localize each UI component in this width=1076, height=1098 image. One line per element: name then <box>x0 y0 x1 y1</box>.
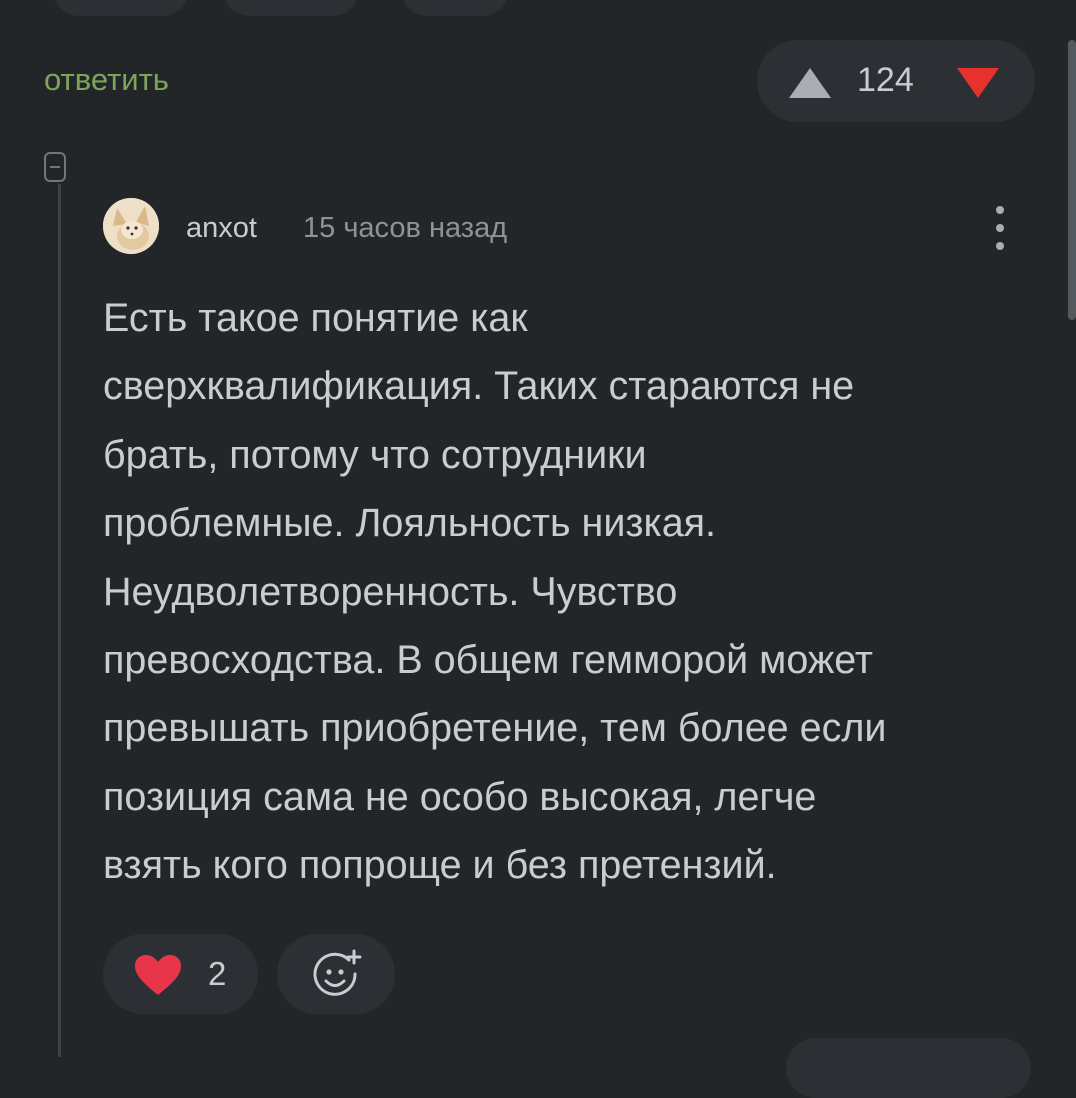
collapse-icon[interactable] <box>44 152 66 182</box>
like-count: 2 <box>208 955 227 992</box>
add-reaction-icon <box>313 949 362 996</box>
prev-action-pill[interactable] <box>222 0 360 16</box>
downvote-icon[interactable] <box>955 66 1001 100</box>
comment-timestamp[interactable]: 15 часов назад <box>303 208 507 248</box>
comment-body: Есть такое понятие как сверхквалификация… <box>103 284 1053 900</box>
reply-link[interactable]: ответить <box>44 60 169 100</box>
prev-action-pill[interactable] <box>400 0 510 16</box>
scrollbar[interactable] <box>1068 40 1076 320</box>
username[interactable]: anxot <box>186 208 257 248</box>
comment-line: брать, потому что сотрудники <box>103 432 647 477</box>
comment-line: превышать приобретение, тем более если <box>103 706 887 751</box>
comment-line: взять кого попроще и без претензий. <box>103 843 777 888</box>
comment-line: Неудволетворенность. Чувство <box>103 569 678 614</box>
next-action-pill[interactable] <box>786 1038 1031 1098</box>
like-button[interactable]: 2 <box>103 934 258 1014</box>
avatar[interactable] <box>103 198 159 254</box>
vote-control: 124 <box>757 40 1035 122</box>
thread-line[interactable] <box>58 184 61 1057</box>
comment-line: Есть такое понятие как <box>103 296 528 340</box>
comment-line: проблемные. Лояльность низкая. <box>103 501 717 546</box>
upvote-icon[interactable] <box>787 66 833 100</box>
comment-line: превосходства. В общем гемморой может <box>103 638 874 683</box>
prev-action-pill[interactable] <box>52 0 190 16</box>
add-reaction-button[interactable] <box>277 934 395 1014</box>
vote-count: 124 <box>857 61 914 99</box>
comment-line: сверхквалификация. Таких стараются не <box>103 364 855 409</box>
comment-line: позиция сама не особо высокая, легче <box>103 774 817 819</box>
fox-avatar-image <box>103 198 159 254</box>
more-icon[interactable] <box>988 200 1012 256</box>
heart-icon <box>135 955 181 995</box>
